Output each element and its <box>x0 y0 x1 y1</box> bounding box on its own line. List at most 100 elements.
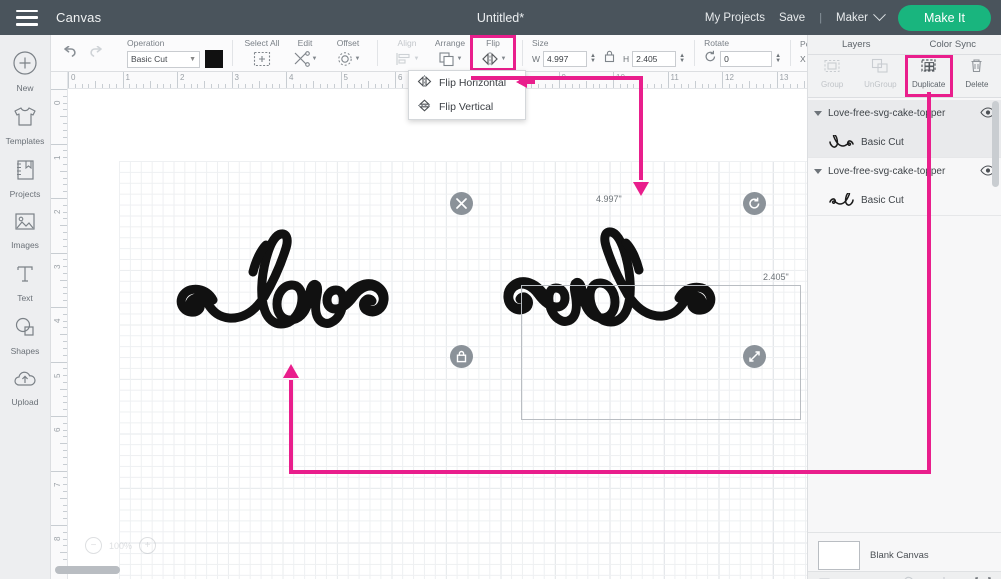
ruler-h-tick <box>306 84 308 88</box>
align-button[interactable]: Align ▼ <box>387 38 427 68</box>
rotate-input[interactable]: 0 <box>720 51 773 67</box>
sidebar-item-new[interactable]: New <box>0 43 51 98</box>
edit-button[interactable]: Edit ▼ <box>285 38 325 68</box>
layer-group[interactable]: Love-free-svg-cake-topper Basic Cut <box>808 100 1001 158</box>
duplicate-button[interactable]: Duplicate <box>904 55 953 97</box>
machine-selector[interactable]: Maker <box>836 8 886 24</box>
ruler-h-tick-label: 0 <box>71 73 76 82</box>
chevron-down-icon[interactable] <box>814 169 822 174</box>
layer-group-header[interactable]: Love-free-svg-cake-topper <box>808 100 1001 127</box>
ruler-v-tick-label: 2 <box>53 209 62 214</box>
menu-item-flip-vertical[interactable]: Flip Vertical <box>409 95 525 119</box>
ruler-h-tick <box>251 84 253 88</box>
contour-button[interactable]: Contour <box>963 572 1001 579</box>
ruler-h-tick <box>108 84 110 88</box>
menu-item-flip-horizontal[interactable]: Flip Horizontal <box>409 71 525 95</box>
artwork-love-original[interactable] <box>151 212 431 352</box>
delete-button[interactable]: Delete <box>953 55 1001 97</box>
ruler-v-tick <box>51 89 67 90</box>
layer-group[interactable]: Love-free-svg-cake-topper Basic Cut <box>808 158 1001 216</box>
text-t-icon <box>0 262 51 291</box>
ruler-v-tick <box>63 163 67 165</box>
rotate-stepper[interactable]: ▲ ▼ <box>775 53 781 64</box>
ruler-h-tick <box>647 84 649 88</box>
lock-handle[interactable] <box>450 345 473 368</box>
tab-color-sync[interactable]: Color Sync <box>905 35 1001 54</box>
sidebar-item-shapes[interactable]: Shapes <box>0 308 51 361</box>
tab-layers[interactable]: Layers <box>808 35 905 54</box>
undo-arrow-icon[interactable] <box>57 40 83 66</box>
chevron-down-icon[interactable] <box>814 111 822 116</box>
ruler-h-tick <box>224 84 226 88</box>
operation-color-swatch[interactable] <box>205 50 223 68</box>
sidebar-label-new: New <box>16 83 34 93</box>
layers-scrollbar[interactable] <box>992 101 999 187</box>
size-width-input[interactable]: 4.997 <box>543 51 588 67</box>
sidebar-item-images[interactable]: Images <box>0 204 51 255</box>
rotate-value: 0 <box>724 54 729 64</box>
hamburger-menu-icon[interactable] <box>16 9 38 26</box>
flip-button[interactable]: Flip ▼ <box>470 35 516 71</box>
ruler-h-tick <box>715 84 717 88</box>
layer-sublayer-row[interactable]: Basic Cut <box>808 185 1001 215</box>
ungroup-button[interactable]: UnGroup <box>856 55 904 97</box>
ruler-h-tick-label: 10 <box>616 73 625 82</box>
ruler-h-tick <box>238 84 240 88</box>
attach-button[interactable]: Attach <box>886 572 925 579</box>
offset-button[interactable]: Offset ▼ <box>328 38 368 68</box>
layer-actions: Group UnGroup Duplicate Delete <box>808 55 1001 98</box>
delete-handle[interactable] <box>450 192 473 215</box>
weld-button[interactable]: Weld <box>847 572 886 579</box>
sidebar-item-upload[interactable]: Upload <box>0 361 51 412</box>
horizontal-scrollbar[interactable] <box>55 566 120 574</box>
ungroup-label: UnGroup <box>864 80 897 89</box>
minus-circle-icon[interactable]: − <box>85 537 102 554</box>
lock-aspect-icon[interactable] <box>604 50 615 68</box>
ruler-v-tick <box>63 245 67 247</box>
size-width-value: 4.997 <box>547 54 569 64</box>
ruler-h-tick-label: 11 <box>670 73 679 82</box>
chevron-down-icon: ▼ <box>456 55 463 62</box>
ruler-v-tick <box>63 347 67 349</box>
panel-tabs: Layers Color Sync <box>808 35 1001 55</box>
sidebar-item-text[interactable]: Text <box>0 255 51 308</box>
ruler-h-tick <box>701 84 703 88</box>
sidebar-item-projects[interactable]: Projects <box>0 151 51 204</box>
redo-arrow-icon[interactable] <box>83 40 109 66</box>
rotate-handle[interactable] <box>743 192 766 215</box>
plus-circle-icon[interactable]: + <box>139 537 157 554</box>
ruler-h-tick <box>585 81 587 88</box>
select-all-button[interactable]: Select All <box>242 38 282 68</box>
sidebar-item-templates[interactable]: Templates <box>0 98 51 151</box>
size-height-value: 2.405 <box>636 54 658 64</box>
arrange-button[interactable]: Arrange ▼ <box>430 38 470 68</box>
layer-group-header[interactable]: Love-free-svg-cake-topper <box>808 158 1001 185</box>
make-it-button[interactable]: Make It <box>898 4 991 31</box>
ruler-h-tick <box>790 84 792 88</box>
slice-button[interactable]: Slice <box>808 572 847 579</box>
flatten-button[interactable]: Flatten <box>924 572 963 579</box>
my-projects-link[interactable]: My Projects <box>705 12 765 24</box>
chevron-down-icon: ▼ <box>500 55 507 62</box>
operation-select[interactable]: Basic Cut ▼ <box>127 50 200 68</box>
offset-icon: ▼ <box>328 49 368 68</box>
size-width-stepper[interactable]: ▲ ▼ <box>590 53 596 64</box>
ruler-h-tick <box>538 84 540 88</box>
canvas-area[interactable]: 4.997" 2.405" − 100% + <box>51 72 858 579</box>
ruler-v-tick <box>63 286 67 288</box>
sidebar-label-templates: Templates <box>5 136 45 146</box>
blank-canvas-swatch[interactable] <box>818 541 860 570</box>
ruler-v-tick <box>60 388 67 390</box>
ruler-h-tick <box>613 72 614 88</box>
resize-handle[interactable] <box>743 345 766 368</box>
save-button[interactable]: Save <box>779 12 805 24</box>
layer-sublayer-row[interactable]: Basic Cut <box>808 127 1001 157</box>
group-button[interactable]: Group <box>808 55 856 97</box>
size-height-input[interactable]: 2.405 <box>632 51 677 67</box>
ruler-h-tick <box>735 84 737 88</box>
ruler-h-tick <box>340 72 342 88</box>
ruler-h-tick <box>687 84 689 88</box>
size-height-stepper[interactable]: ▲ ▼ <box>679 53 685 64</box>
layers-list[interactable]: Love-free-svg-cake-topper Basic Cut Love… <box>808 100 1001 532</box>
ruler-v-tick <box>63 102 67 104</box>
